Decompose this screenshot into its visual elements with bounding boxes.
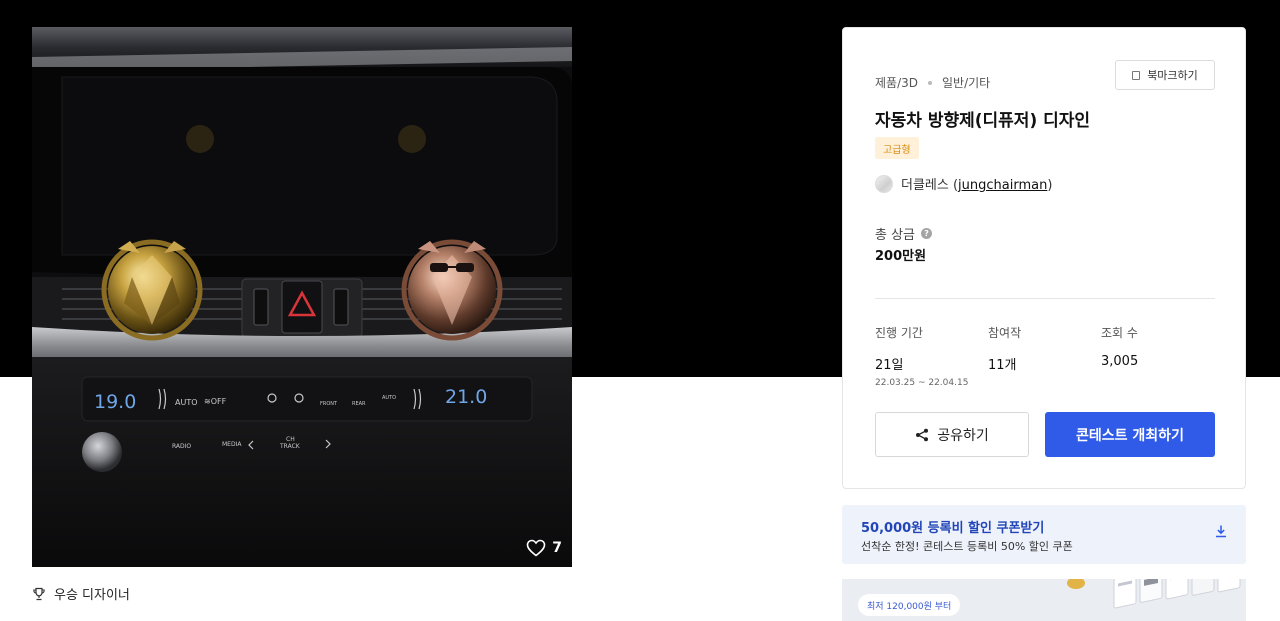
- prize-label: 총 상금 ?: [875, 224, 933, 243]
- recirculation-auto-button[interactable]: AUTO: [382, 395, 396, 401]
- host-id-link[interactable]: jungchairman: [958, 178, 1047, 193]
- host-info: 더클레스 (jungchairman): [875, 174, 1052, 193]
- stat-period-range: 22.03.25 ~ 22.04.15: [875, 378, 969, 388]
- coupon-desc: 선착순 한정! 콘테스트 등록비 50% 할인 쿠폰: [861, 540, 1073, 553]
- stat-entries-value: 11개: [988, 358, 1017, 373]
- temp-right: 21.0: [445, 386, 487, 408]
- share-label: 공유하기: [937, 427, 989, 444]
- product-image[interactable]: 19.0 21.0 AUTO ≋OFF FRONT REAR AUTO RADI…: [32, 27, 572, 567]
- promo-illustration: [1067, 579, 1241, 609]
- stat-period: 진행 기간 21일 22.03.25 ~ 22.04.15: [875, 324, 968, 388]
- separator-dot: [928, 80, 932, 85]
- trophy-icon: [33, 587, 45, 600]
- stat-views-value: 3,005: [1101, 354, 1139, 369]
- category-breadcrumb: 제품/3D 일반/기타: [875, 74, 990, 91]
- contest-title: 자동차 방향제(디퓨저) 디자인: [875, 111, 1091, 131]
- share-icon: [916, 428, 929, 441]
- temp-left: 19.0: [94, 391, 136, 413]
- prize-label-text: 총 상금: [875, 228, 916, 243]
- stat-views: 조회 수 3,005: [1101, 324, 1138, 369]
- stat-period-value: 21일: [875, 358, 904, 373]
- coupon-banner[interactable]: 50,000원 등록비 할인 쿠폰받기 선착순 한정! 콘테스트 등록비 50%…: [842, 505, 1246, 564]
- grade-badge: 고급형: [875, 137, 919, 159]
- help-icon[interactable]: ?: [921, 228, 933, 239]
- like-badge[interactable]: 7: [526, 539, 562, 557]
- climate-off-button[interactable]: ≋OFF: [204, 397, 227, 406]
- climate-auto-button[interactable]: AUTO: [175, 398, 198, 407]
- download-icon[interactable]: [1214, 524, 1228, 538]
- share-button[interactable]: 공유하기: [875, 412, 1029, 457]
- category-sub[interactable]: 일반/기타: [942, 74, 990, 91]
- stat-views-label: 조회 수: [1101, 326, 1138, 340]
- host-name: 더클레스 (: [901, 178, 959, 193]
- avatar[interactable]: [875, 174, 893, 193]
- ch-label: CH: [286, 436, 295, 443]
- prize-value: 200만원: [875, 249, 927, 264]
- promo-pill: 최저 120,000원 부터: [858, 594, 961, 616]
- heart-icon: [526, 539, 546, 557]
- bookmark-label: 북마크하기: [1147, 69, 1198, 82]
- gold-tiger-diffuser: [101, 239, 203, 341]
- host-contest-button[interactable]: 콘테스트 개최하기: [1045, 412, 1215, 457]
- contest-info-card: 제품/3D 일반/기타 북마크하기 자동차 방향제(디퓨저) 디자인 고급형 더…: [842, 27, 1246, 489]
- bookmark-button[interactable]: 북마크하기: [1115, 60, 1215, 90]
- like-count: 7: [552, 540, 562, 556]
- bookmark-icon: [1132, 70, 1141, 80]
- host-close-paren: ): [1047, 178, 1053, 193]
- winner-designer: 우승 디자이너: [32, 584, 130, 603]
- radio-button[interactable]: RADIO: [172, 443, 191, 450]
- media-button[interactable]: MEDIA: [222, 441, 242, 448]
- divider: [875, 298, 1215, 299]
- stat-period-label: 진행 기간: [875, 326, 923, 340]
- promo-banner[interactable]: 최저 120,000원 부터: [842, 579, 1246, 621]
- winner-label: 우승 디자이너: [54, 588, 130, 603]
- coupon-title: 50,000원 등록비 할인 쿠폰받기: [861, 521, 1045, 536]
- defrost-rear-button[interactable]: REAR: [352, 401, 366, 407]
- car-interior-illustration: 19.0 21.0 AUTO ≋OFF FRONT REAR AUTO RADI…: [32, 27, 572, 567]
- stat-entries: 참여작 11개: [988, 324, 1021, 373]
- track-label: TRACK: [279, 443, 301, 450]
- category-main[interactable]: 제품/3D: [875, 74, 918, 91]
- defrost-front-button[interactable]: FRONT: [320, 401, 338, 407]
- stat-entries-label: 참여작: [988, 326, 1022, 340]
- rose-tiger-diffuser: [401, 239, 503, 341]
